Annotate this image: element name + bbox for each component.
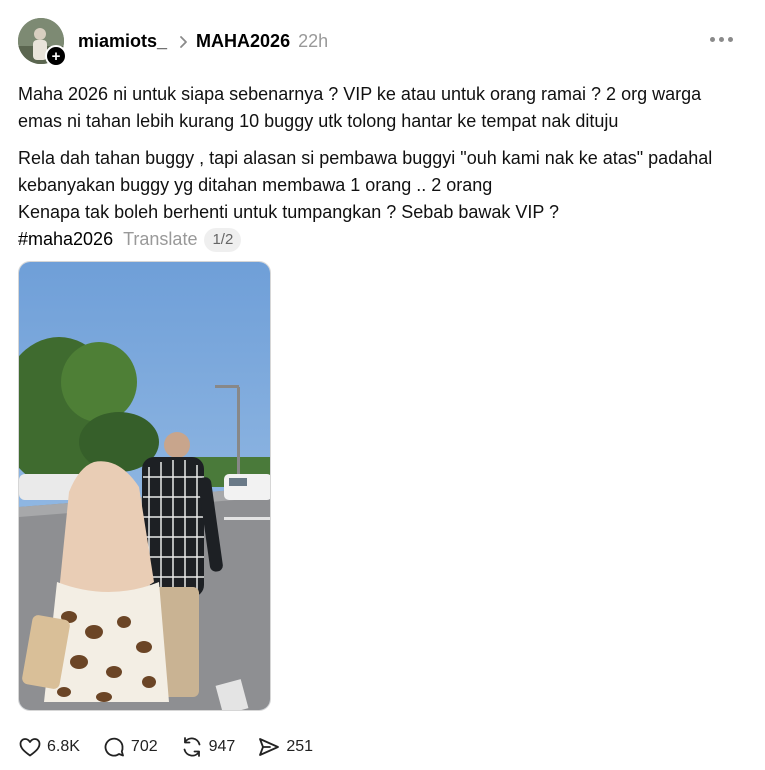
repost-icon (183, 737, 201, 757)
media-counter-badge: 1/2 (204, 227, 242, 252)
post-text-line: Kenapa tak boleh berhenti untuk tumpangk… (18, 202, 560, 222)
post-meta: miamiots_ MAHA2026 22h (78, 31, 328, 52)
follow-plus-icon[interactable]: + (45, 45, 67, 67)
post-photo[interactable] (18, 261, 271, 711)
chevron-right-icon (179, 35, 188, 49)
post-body: Maha 2026 ni untuk siapa sebenarnya ? VI… (18, 81, 748, 263)
photo-image (19, 262, 270, 710)
post-text-line: emas ni tahan lebih kurang 10 buggy utk … (18, 111, 619, 131)
author-username[interactable]: miamiots_ (78, 31, 167, 52)
comment-button[interactable]: 702 (102, 735, 158, 759)
share-button[interactable]: 251 (257, 735, 313, 759)
repost-button[interactable]: 947 (180, 735, 236, 759)
hashtag-link[interactable]: #maha2026 (18, 226, 113, 253)
action-bar: 6.8K 702 947 251 (18, 735, 335, 759)
share-icon (259, 738, 280, 756)
more-icon[interactable] (708, 31, 735, 48)
translate-button[interactable]: Translate (123, 226, 197, 253)
post-time: 22h (298, 31, 329, 51)
hashtag-row: #maha2026 Translate 1/2 (18, 226, 748, 253)
more-dot (728, 37, 733, 42)
more-dot (710, 37, 715, 42)
like-button[interactable]: 6.8K (18, 735, 80, 759)
more-dot (719, 37, 724, 42)
post-text-line: kebanyakan buggy yg ditahan membawa 1 or… (18, 175, 493, 195)
avatar-container[interactable]: + (18, 18, 67, 67)
heart-icon (19, 738, 41, 757)
post-text-line: Rela dah tahan buggy , tapi alasan si pe… (18, 148, 713, 168)
comment-count: 702 (130, 738, 158, 755)
post-paragraph-1: Maha 2026 ni untuk siapa sebenarnya ? VI… (18, 81, 748, 135)
share-count: 251 (286, 738, 314, 755)
repost-count: 947 (208, 738, 236, 755)
comment-icon (104, 737, 124, 757)
post-header: + miamiots_ MAHA2026 22h (18, 18, 747, 67)
post-text-line: Maha 2026 ni untuk siapa sebenarnya ? VI… (18, 84, 702, 104)
community-link[interactable]: MAHA2026 (196, 31, 290, 52)
post-paragraph-2: Rela dah tahan buggy , tapi alasan si pe… (18, 145, 748, 253)
like-count: 6.8K (47, 738, 80, 755)
